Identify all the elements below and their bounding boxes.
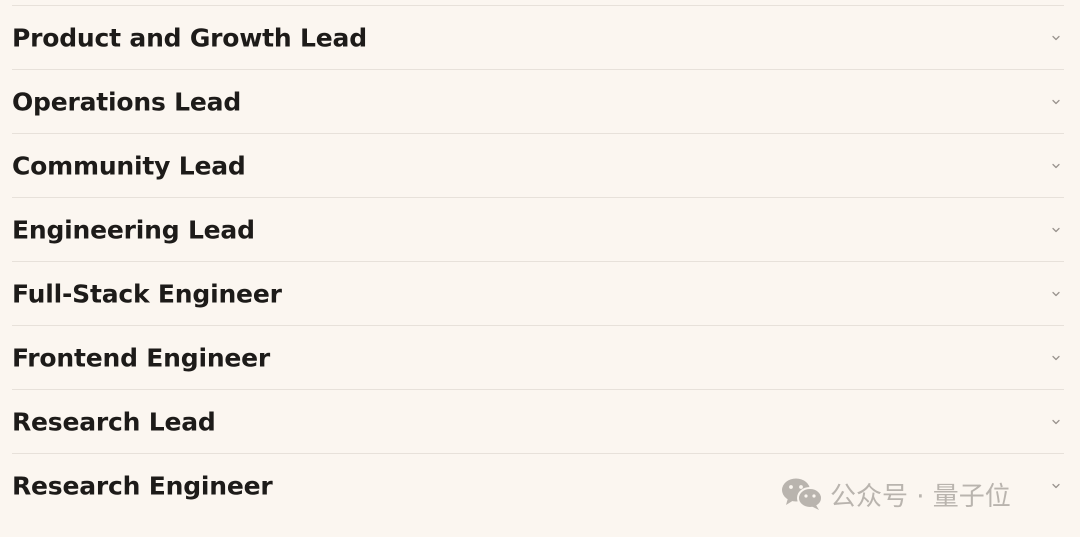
accordion-item-research-lead[interactable]: Research Lead <box>12 389 1064 453</box>
accordion-item-product-and-growth-lead[interactable]: Product and Growth Lead <box>12 5 1064 69</box>
job-accordion: Product and Growth Lead Operations Lead … <box>12 5 1064 517</box>
accordion-item-full-stack-engineer[interactable]: Full-Stack Engineer <box>12 261 1064 325</box>
accordion-item-frontend-engineer[interactable]: Frontend Engineer <box>12 325 1064 389</box>
chevron-down-icon[interactable] <box>1050 96 1062 108</box>
watermark-text: 公众号 · 量子位 <box>830 481 1011 512</box>
accordion-item-title: Frontend Engineer <box>12 343 271 372</box>
chevron-down-icon[interactable] <box>1050 224 1062 236</box>
chevron-down-icon[interactable] <box>1050 352 1062 364</box>
accordion-item-operations-lead[interactable]: Operations Lead <box>12 69 1064 133</box>
chevron-down-icon[interactable] <box>1050 32 1062 44</box>
accordion-item-community-lead[interactable]: Community Lead <box>12 133 1064 197</box>
accordion-item-title: Operations Lead <box>12 87 242 116</box>
wechat-logo-icon <box>780 476 824 512</box>
chevron-down-icon[interactable] <box>1050 288 1062 300</box>
accordion-item-title: Full-Stack Engineer <box>12 279 282 308</box>
accordion-item-title: Community Lead <box>12 151 246 180</box>
chevron-down-icon[interactable] <box>1050 160 1062 172</box>
accordion-item-title: Research Lead <box>12 407 216 436</box>
accordion-item-title: Product and Growth Lead <box>12 23 367 52</box>
chevron-down-icon[interactable] <box>1050 480 1062 492</box>
watermark: 公众号 · 量子位 <box>780 474 1011 514</box>
accordion-item-title: Engineering Lead <box>12 215 255 244</box>
chevron-down-icon[interactable] <box>1050 416 1062 428</box>
accordion-item-title: Research Engineer <box>12 471 273 500</box>
accordion-item-engineering-lead[interactable]: Engineering Lead <box>12 197 1064 261</box>
